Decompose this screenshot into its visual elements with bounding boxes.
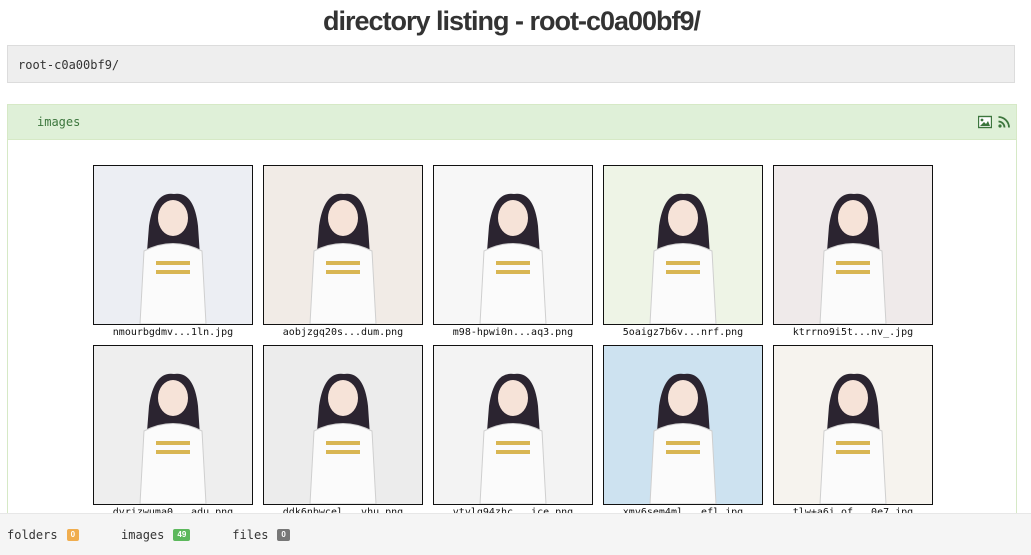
thumbnail-item[interactable]: ddk6nbwcel...vhu.png (263, 345, 423, 521)
thumbnail-caption[interactable]: nmourbgdmv...1ln.jpg (93, 326, 253, 340)
folders-count-badge: 0 (66, 528, 80, 541)
thumbnail-image[interactable] (603, 345, 763, 505)
thumbnail-image[interactable] (263, 345, 423, 505)
breadcrumb[interactable]: root-c0a00bf9/ (7, 45, 1015, 83)
panel-tools (977, 115, 1011, 129)
page-title: directory listing - root-c0a00bf9/ (322, 6, 701, 36)
thumbnail-caption[interactable]: m98-hpwi0n...aq3.png (433, 326, 593, 340)
thumbnail-image[interactable] (773, 345, 933, 505)
thumbnail-image[interactable] (263, 165, 423, 325)
thumbnail-item[interactable]: ktrrno9i5t...nv_.jpg (773, 165, 933, 341)
thumbnail-item[interactable]: xmv6sem4ml...efl.jpg (603, 345, 763, 521)
thumbnail-image[interactable] (433, 345, 593, 505)
thumbnail-caption[interactable]: aobjzgq20s...dum.png (263, 326, 423, 340)
thumbnail-caption[interactable]: 5oaigz7b6v...nrf.png (603, 326, 763, 340)
thumbnail-item[interactable]: tlw+a6i_of...0e7.jpg (773, 345, 933, 521)
images-label: images (121, 527, 165, 542)
thumbnail-caption[interactable]: ktrrno9i5t...nv_.jpg (773, 326, 933, 340)
thumbnail-item[interactable]: dvrizwuma0...adu.png (93, 345, 253, 521)
thumbnail-item[interactable]: 5oaigz7b6v...nrf.png (603, 165, 763, 341)
thumbnail-image[interactable] (93, 165, 253, 325)
folders-stat[interactable]: folders 0 (7, 527, 80, 542)
thumbnail-image[interactable] (773, 165, 933, 325)
images-panel: images nmourbgdmv...1ln.jpg aobjzgq20s...… (7, 104, 1017, 524)
thumbnail-image[interactable] (433, 165, 593, 325)
thumbnail-item[interactable]: nmourbgdmv...1ln.jpg (93, 165, 253, 341)
files-stat[interactable]: files 0 (232, 528, 290, 542)
panel-heading: images (8, 105, 1016, 140)
images-count-badge: 49 (173, 528, 191, 541)
folders-label: folders (7, 527, 58, 542)
thumbnail-image[interactable] (603, 165, 763, 325)
rss-icon[interactable] (997, 115, 1011, 129)
thumbnail-image[interactable] (93, 345, 253, 505)
files-label: files (232, 527, 269, 542)
thumbnail-item[interactable]: vtvlq94zhc...ice.png (433, 345, 593, 521)
files-count-badge: 0 (277, 528, 290, 541)
images-stat[interactable]: images 49 (121, 527, 191, 542)
footer-stats: folders 0 images 49 files 0 (0, 513, 1031, 555)
image-icon[interactable] (977, 115, 993, 129)
panel-title: images (37, 115, 81, 129)
thumbnail-item[interactable]: m98-hpwi0n...aq3.png (433, 165, 593, 341)
thumbnail-item[interactable]: aobjzgq20s...dum.png (263, 165, 423, 341)
